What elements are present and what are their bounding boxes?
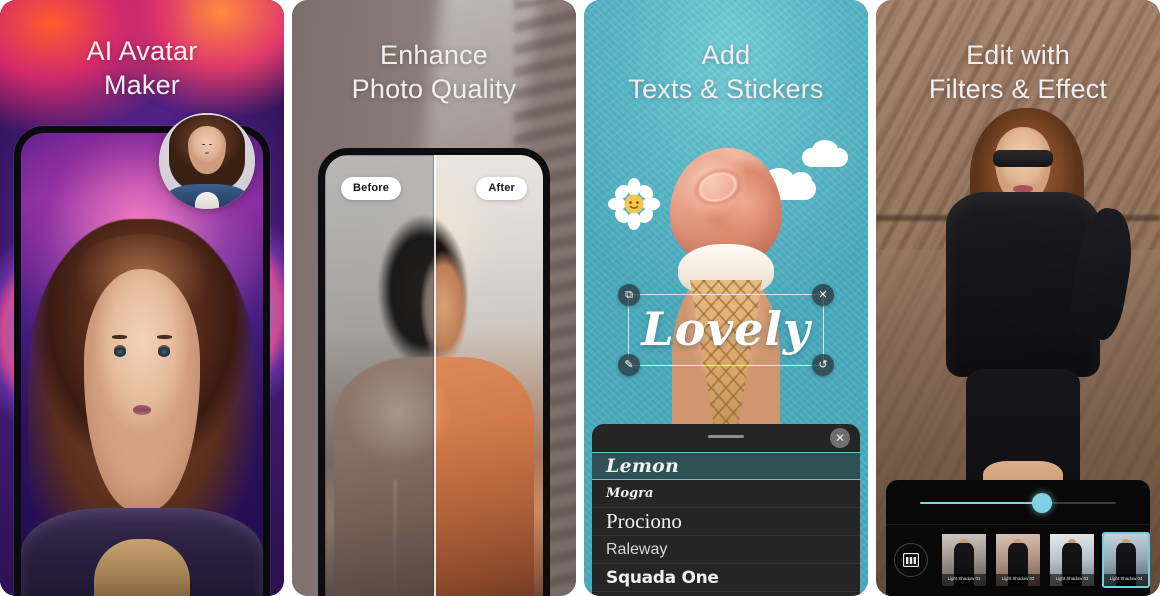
avatar-brow-right [157, 334, 173, 339]
text-sticker-content: Lovely [641, 301, 811, 356]
font-option-lemon[interactable]: Lemon [592, 452, 860, 480]
screenshot-panel-ai-avatar-maker[interactable]: AI Avatar Maker [0, 0, 284, 596]
filter-thumb-light-shadow-02[interactable]: Light Shadow 02 [994, 532, 1042, 588]
slider-fill [920, 502, 1042, 504]
screenshot-panel-enhance-photo-quality[interactable]: Enhance Photo Quality Before After [292, 0, 576, 596]
cloud-sticker-1-puff [812, 140, 838, 160]
filter-label: Light Shadow 04 [1104, 574, 1148, 586]
avatar-eye-left [114, 346, 126, 357]
filter-thumb-light-shadow-03[interactable]: Light Shadow 03 [1048, 532, 1096, 588]
badge-white-tee [195, 191, 219, 209]
filter-thumb-light-shadow-01[interactable]: Light Shadow 01 [940, 532, 988, 588]
screenshot-gallery: AI Avatar Maker Enhance Photo Quality Be… [0, 0, 1170, 596]
jacket-fold [393, 479, 396, 596]
font-option-label: Lemon [606, 455, 680, 477]
grid-glyph [903, 553, 919, 567]
avatar-brow-left [111, 334, 127, 339]
filter-thumbnails: Light Shadow 01 Light Shadow 02 Light Sh… [940, 532, 1150, 588]
edit-pencil-icon[interactable]: ✎ [618, 354, 640, 376]
font-option-prociono[interactable]: Prociono [592, 508, 860, 536]
font-option-squada-one[interactable]: Squada One [592, 564, 860, 592]
daisy-icon [608, 178, 660, 230]
generated-avatar-portrait [21, 218, 263, 596]
text-sticker-selection-box[interactable]: Lovely ⧉ ✕ ✎ ↺ [618, 284, 834, 376]
before-after-divider-handle[interactable] [434, 155, 436, 596]
screenshot-panel-add-texts-stickers[interactable]: Add Texts & Stickers Lovely ⧉ ✕ ✎ ↺ ✕ Le… [584, 0, 868, 596]
badge-lips [205, 152, 209, 154]
close-icon[interactable]: ✕ [812, 284, 834, 306]
headshot-avatar-badge[interactable] [159, 113, 255, 209]
avatar-lips [132, 404, 152, 415]
subject-satin-jacket [333, 356, 434, 596]
subject-satin-jacket [434, 356, 535, 596]
daisy-flower-sticker[interactable] [608, 178, 660, 230]
phone-screen-enhance: Before After [325, 155, 543, 596]
filters-control-bar: Light Shadow 01 Light Shadow 02 Light Sh… [886, 480, 1150, 596]
scoop-swirl [680, 155, 756, 219]
after-label-chip: After [476, 177, 527, 200]
filter-thumbnail-strip[interactable]: Light Shadow 01 Light Shadow 02 Light Sh… [886, 524, 1150, 596]
before-image-half [325, 155, 434, 596]
after-image-half [434, 155, 543, 596]
slider-thumb[interactable] [1031, 493, 1052, 513]
font-option-label: Squada One [606, 567, 719, 588]
cloud-sticker-2-puff-small [790, 172, 812, 190]
model-photo [922, 108, 1139, 508]
sunglasses-icon [992, 150, 1054, 168]
font-sheet-header: ✕ [592, 424, 860, 452]
font-option-label: Raleway [606, 540, 668, 558]
before-label-chip: Before [341, 177, 402, 200]
after-photo [434, 155, 543, 596]
font-option-mogra[interactable]: Mogra [592, 480, 860, 508]
font-option-label: Mogra [606, 486, 654, 501]
screenshot-panel-edit-with-filters[interactable]: Edit with Filters & Effect Light Shadow … [876, 0, 1160, 596]
font-option-label: Prociono [606, 509, 682, 533]
badge-eye-left [201, 143, 206, 146]
filter-grid-icon[interactable] [894, 543, 928, 577]
before-photo [325, 155, 434, 596]
close-icon[interactable]: ✕ [830, 428, 850, 448]
filter-intensity-slider[interactable] [920, 492, 1116, 514]
filter-label: Light Shadow 03 [1050, 574, 1094, 586]
avatar-face [83, 269, 201, 512]
phone-mockup-enhance: Before After [318, 148, 550, 596]
font-option-raleway[interactable]: Raleway [592, 536, 860, 564]
drag-handle-icon[interactable] [708, 435, 744, 438]
font-picker-sheet: ✕ Lemon Mogra Prociono Raleway Squada On… [592, 424, 860, 596]
filter-label: Light Shadow 01 [942, 574, 986, 586]
duplicate-icon[interactable]: ⧉ [618, 284, 640, 306]
filter-thumb-light-shadow-04[interactable]: Light Shadow 04 [1102, 532, 1150, 588]
avatar-eye-right [158, 346, 170, 357]
badge-eye-right [208, 143, 213, 146]
filter-label: Light Shadow 02 [996, 574, 1040, 586]
rotate-icon[interactable]: ↺ [812, 354, 834, 376]
